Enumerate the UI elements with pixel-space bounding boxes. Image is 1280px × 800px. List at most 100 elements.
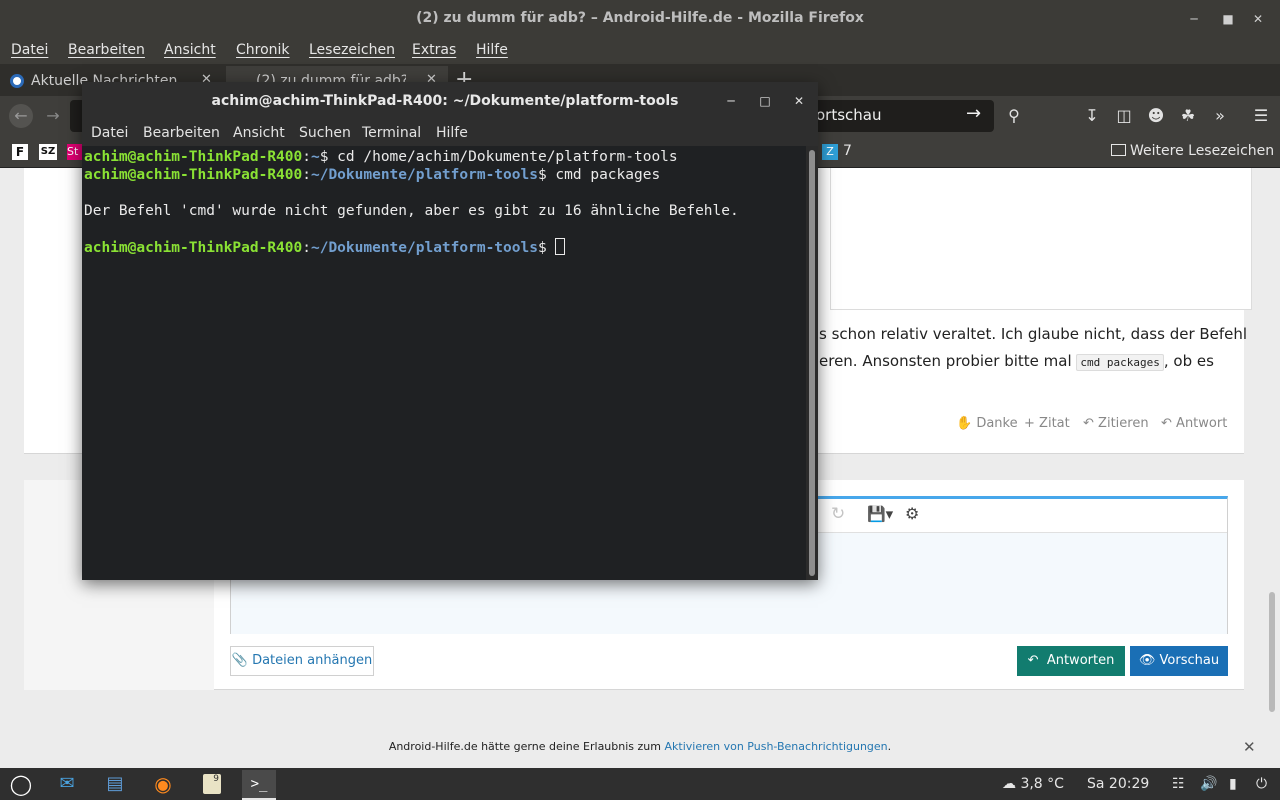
quote-action[interactable]: + Zitat xyxy=(1024,416,1070,431)
page-scrollbar[interactable] xyxy=(1269,592,1275,712)
prompt-user: achim@achim-ThinkPad-R400 xyxy=(84,167,303,183)
menu-hilfe[interactable]: Hilfe xyxy=(476,42,508,58)
terminal-output-line: Der Befehl 'cmd' wurde nicht gefunden, a… xyxy=(84,203,739,219)
quote-block xyxy=(830,168,1252,310)
terminal-scrollbar[interactable] xyxy=(806,146,818,580)
minimize-icon[interactable]: ─ xyxy=(722,92,740,110)
command-text: cmd packages xyxy=(546,167,661,183)
mail-app-icon[interactable]: ✉ xyxy=(50,770,84,798)
menu-ansicht[interactable]: Ansicht xyxy=(164,42,216,58)
url-text: ortschau xyxy=(816,106,882,124)
reply-label: Antwort xyxy=(1176,416,1228,431)
post-text-line1: s schon relativ veraltet. Ich glaube nic… xyxy=(819,325,1248,343)
clock[interactable]: Sa 20:29 xyxy=(1087,776,1149,792)
redo-icon[interactable]: ↻ xyxy=(831,504,845,524)
close-icon[interactable]: ✕ xyxy=(790,92,808,110)
search-icon[interactable]: ⚲ xyxy=(1002,104,1026,128)
thanks-label: Danke xyxy=(976,416,1018,431)
terminal-title: achim@achim-ThinkPad-R400: ~/Dokumente/p… xyxy=(211,93,679,109)
network-icon[interactable]: ☷ xyxy=(1172,776,1185,792)
terminal-line: achim@achim-ThinkPad-R400:~/Dokumente/pl… xyxy=(84,238,804,256)
forward-icon[interactable]: → xyxy=(41,104,65,128)
reply-action[interactable]: ↶ Antwort xyxy=(1161,416,1227,431)
notice-end: . xyxy=(887,740,892,753)
post-text-line2: eren. Ansonsten probier bitte mal cmd pa… xyxy=(819,352,1214,371)
notes-app-icon[interactable]: 9 xyxy=(194,770,228,798)
terminal-menu-suchen[interactable]: Suchen xyxy=(299,125,351,141)
firefox-app-icon[interactable]: ◉ xyxy=(146,770,180,798)
cloud-icon: ☁ xyxy=(1002,776,1016,792)
plus-icon: + xyxy=(1024,416,1035,431)
prompt-path: ~/Dokumente/platform-tools xyxy=(310,167,538,183)
weather-widget[interactable]: ☁ 3,8 °C xyxy=(1002,776,1064,792)
terminal-menu-hilfe[interactable]: Hilfe xyxy=(436,125,468,141)
download-icon[interactable]: ↧ xyxy=(1080,104,1104,128)
maximize-icon[interactable]: □ xyxy=(756,92,774,110)
menu-start-icon[interactable]: ◯ xyxy=(4,770,38,798)
prompt-user: achim@achim-ThinkPad-R400 xyxy=(84,149,303,165)
menu-lesezeichen[interactable]: Lesezeichen xyxy=(309,42,395,58)
terminal-app-icon[interactable]: >_ xyxy=(242,770,276,798)
answer-label: Antworten xyxy=(1046,653,1115,668)
prompt-user: achim@achim-ThinkPad-R400 xyxy=(84,240,303,256)
command-text: cd /home/achim/Dokumente/platform-tools xyxy=(328,149,678,165)
bookmark-icon[interactable]: SZ xyxy=(39,144,57,160)
push-notification-banner: Android-Hilfe.de hätte gerne deine Erlau… xyxy=(0,740,1280,753)
close-icon[interactable]: ✕ xyxy=(1248,9,1268,29)
go-arrow-icon[interactable]: → xyxy=(966,103,981,124)
extension-icon[interactable]: ☘ xyxy=(1176,104,1200,128)
back-icon[interactable]: ← xyxy=(9,104,33,128)
folder-icon xyxy=(1111,144,1126,156)
other-bookmarks[interactable]: Weitere Lesezeichen xyxy=(1111,143,1274,159)
quote-label: Zitat xyxy=(1039,416,1070,431)
account-icon[interactable]: ☻ xyxy=(1144,104,1168,128)
overflow-menu-icon[interactable]: » xyxy=(1208,104,1232,128)
app-badge: 9 xyxy=(203,774,221,794)
answer-button[interactable]: ↶ Antworten xyxy=(1017,646,1125,676)
terminal-window: achim@achim-ThinkPad-R400: ~/Dokumente/p… xyxy=(82,82,818,580)
preview-button[interactable]: 👁 Vorschau xyxy=(1130,646,1228,676)
bookmark-icon[interactable]: Z xyxy=(822,144,838,160)
thanks-action[interactable]: ✋ Danke xyxy=(956,416,1018,431)
taskbar: ◯ ✉ ▤ ◉ 9 >_ ☁ 3,8 °C Sa 20:29 ☷ 🔊 ▮ ⏻ xyxy=(0,768,1280,800)
cite-action[interactable]: ↶ Zitieren xyxy=(1083,416,1149,431)
bookmark-partial[interactable]: St xyxy=(67,144,82,160)
power-icon[interactable]: ⏻ xyxy=(1256,776,1267,792)
terminal-menu-bearbeiten[interactable]: Bearbeiten xyxy=(143,125,220,141)
inline-code: cmd packages xyxy=(1076,354,1164,371)
bookmark-icon[interactable]: F xyxy=(12,144,28,160)
menu-datei[interactable]: Datei xyxy=(11,42,48,58)
terminal-menu-ansicht[interactable]: Ansicht xyxy=(233,125,285,141)
menu-bearbeiten[interactable]: Bearbeiten xyxy=(68,42,145,58)
terminal-menu-terminal[interactable]: Terminal xyxy=(362,125,421,141)
minimize-icon[interactable]: ─ xyxy=(1184,9,1204,29)
terminal-cursor xyxy=(555,238,566,255)
firefox-menubar: Datei Bearbeiten Ansicht Chronik Lesezei… xyxy=(0,38,1280,64)
attach-files-label: Dateien anhängen xyxy=(252,653,373,668)
hamburger-menu-icon[interactable]: ☰ xyxy=(1249,104,1273,128)
attach-files-button[interactable]: 📎 Dateien anhängen xyxy=(230,646,374,676)
battery-icon[interactable]: ▮ xyxy=(1229,776,1237,792)
sidebar-icon[interactable]: ◫ xyxy=(1112,104,1136,128)
terminal-menu-datei[interactable]: Datei xyxy=(91,125,128,141)
files-app-icon[interactable]: ▤ xyxy=(98,770,132,798)
terminal-output[interactable]: achim@achim-ThinkPad-R400:~$ cd /home/ac… xyxy=(82,146,806,580)
terminal-scrollbar-thumb[interactable] xyxy=(809,150,815,576)
weather-label: 3,8 °C xyxy=(1020,776,1064,792)
prompt-path: ~/Dokumente/platform-tools xyxy=(310,240,538,256)
bookmark-label[interactable]: 7 xyxy=(843,143,852,159)
close-icon[interactable]: ✕ xyxy=(1243,738,1256,756)
reply-icon: ↶ xyxy=(1161,416,1172,431)
thumbs-up-icon: ✋ xyxy=(956,416,973,431)
maximize-icon[interactable]: ■ xyxy=(1218,9,1238,29)
menu-chronik[interactable]: Chronik xyxy=(236,42,290,58)
terminal-titlebar[interactable]: achim@achim-ThinkPad-R400: ~/Dokumente/p… xyxy=(82,82,818,120)
volume-icon[interactable]: 🔊 xyxy=(1200,776,1217,792)
save-draft-icon[interactable]: 💾▾ xyxy=(867,505,893,523)
gear-icon[interactable]: ⚙ xyxy=(905,504,919,523)
enable-push-link[interactable]: Aktivieren von Push-Benachrichtigungen xyxy=(664,740,887,753)
terminal-line: achim@achim-ThinkPad-R400:~$ cd /home/ac… xyxy=(84,149,678,165)
menu-extras[interactable]: Extras xyxy=(412,42,456,58)
